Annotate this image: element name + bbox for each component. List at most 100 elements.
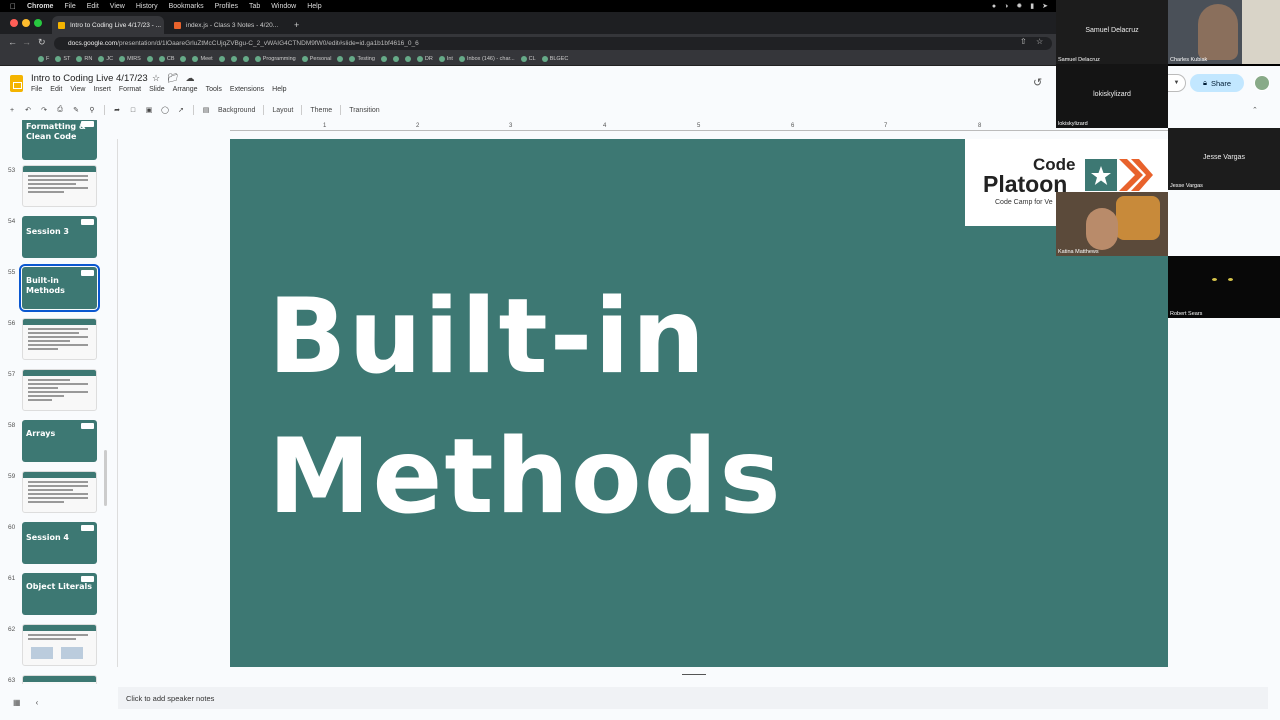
grid-view-icon[interactable]: ▦ [13,698,21,707]
bookmark-item[interactable]: CB [158,55,174,62]
bookmark-item[interactable] [337,55,344,62]
filmstrip-slide[interactable]: 58 Arrays [0,420,108,466]
menu-arrange[interactable]: Arrange [173,86,198,93]
bookmark-item[interactable]: Inbox (146) - char... [458,55,515,62]
filmstrip-slide[interactable]: 62 [0,624,108,670]
move-folder-icon[interactable]: 📁︎ [167,73,178,84]
document-title[interactable]: Intro to Coding Live 4/17/23 [31,73,148,84]
participant-tile-video[interactable]: Katina Matthews [1056,192,1168,256]
filmstrip-slide[interactable]: 59 [0,471,108,517]
bookmark-item[interactable] [180,55,187,62]
menu-tools[interactable]: Tools [206,86,222,93]
slide-thumbnail[interactable]: Arrays [22,420,97,462]
filmstrip-slide[interactable]: 63 [0,675,108,684]
menu-format[interactable]: Format [119,86,141,93]
bookmark-item[interactable] [146,55,153,62]
notes-resize-handle[interactable] [682,674,706,675]
bookmark-star-icon[interactable]: ☆ [1036,37,1043,46]
participant-tile[interactable]: Samuel Delacruz Samuel Delacruz [1056,0,1168,64]
bookmark-item[interactable]: ST [55,55,70,62]
slide-thumbnail[interactable]: Built-in Methods [19,264,100,312]
browser-tab-notes[interactable]: index.js - Class 3 Notes - 4/20... × [168,16,280,34]
slide-thumbnail[interactable] [22,624,97,666]
menu-window[interactable]: Window [271,3,296,10]
menu-app-name[interactable]: Chrome [27,3,53,10]
menu-extensions[interactable]: Extensions [230,86,264,93]
bookmark-item[interactable]: BLGEC [541,55,568,62]
collapse-toolbar-icon[interactable]: ⌃ [1252,106,1258,114]
slide-thumbnail[interactable] [22,471,97,513]
menu-edit[interactable]: Edit [50,86,62,93]
bookmark-item[interactable] [404,55,411,62]
maximize-window-icon[interactable] [34,19,42,27]
filmstrip-slide[interactable]: 54 Session 3 [0,216,108,262]
chevron-down-icon[interactable]: ▼ [1168,74,1186,92]
apple-menu-icon[interactable]:  [10,2,16,11]
undo-icon[interactable]: ↶ [24,106,32,114]
collapse-filmstrip-icon[interactable]: ‹ [36,698,39,707]
bookmark-item[interactable]: CL [520,55,536,62]
slide-thumbnail[interactable]: Session 4 [22,522,97,564]
bookmark-item[interactable]: RN [76,55,92,62]
shape-icon[interactable]: ◯ [161,106,169,114]
back-icon[interactable]: ← [8,37,17,47]
version-history-icon[interactable]: ↺ [1033,76,1042,89]
share-button[interactable]: 🔒︎ Share [1190,74,1244,92]
menu-file[interactable]: File [31,86,42,93]
paint-format-icon[interactable]: ✎ [72,106,80,114]
slide-thumbnail[interactable] [22,318,97,360]
line-icon[interactable]: ➚ [177,106,185,114]
menu-bookmarks[interactable]: Bookmarks [169,3,204,10]
menu-tab[interactable]: Tab [249,3,260,10]
bookmark-item[interactable]: F [38,55,49,62]
filmstrip-slide[interactable]: 57 [0,369,108,415]
menu-insert[interactable]: Insert [93,86,111,93]
bookmark-item[interactable]: DR [416,55,433,62]
menu-slide[interactable]: Slide [149,86,165,93]
slide-thumbnail[interactable]: Object Literals [22,573,97,615]
filmstrip-scrollbar[interactable] [104,450,107,506]
menu-edit[interactable]: Edit [87,3,99,10]
status-icon[interactable]: ◑ [1004,3,1008,10]
print-icon[interactable]: ⎙ [56,106,64,114]
menu-help[interactable]: Help [272,86,286,93]
slide-thumbnail[interactable] [22,165,97,207]
star-icon[interactable]: ☆ [152,73,160,84]
minimize-window-icon[interactable] [22,19,30,27]
theme-button[interactable]: Theme [310,107,332,114]
filmstrip-slide[interactable]: 56 [0,318,108,364]
slides-logo-icon[interactable] [10,75,23,92]
slide-thumbnail[interactable]: Session 3 [22,216,97,258]
share-page-icon[interactable]: ⇧ [1020,37,1027,46]
bookmark-item[interactable] [230,55,237,62]
bookmark-item[interactable] [380,55,387,62]
bookmark-item[interactable] [392,55,399,62]
menu-view[interactable]: View [110,3,125,10]
bookmark-item[interactable] [242,55,249,62]
slide-thumbnail[interactable] [22,369,97,411]
menu-view[interactable]: View [70,86,85,93]
address-bar[interactable]: docs.google.com/presentation/d/1lOaareGr… [54,37,1052,50]
layout-button[interactable]: Layout [272,107,293,114]
slide-title[interactable]: Built-in Methods [268,267,783,547]
reload-icon[interactable]: ↻ [38,37,46,48]
location-icon[interactable]: ➤ [1042,2,1048,10]
zoom-icon[interactable]: ⚲ [88,106,96,114]
bookmark-item[interactable]: Personal [301,55,331,62]
slide-thumbnail[interactable] [22,675,97,684]
bookmark-item[interactable]: MIRS [119,55,141,62]
menu-help[interactable]: Help [307,3,321,10]
bookmark-item[interactable]: Programming [254,55,296,62]
battery-icon[interactable]: ▮ [1030,2,1034,10]
participant-tile[interactable]: Jesse Vargas Jesse Vargas [1168,128,1280,190]
browser-tab-slides[interactable]: Intro to Coding Live 4/17/23 - ... × [52,16,164,34]
status-icon[interactable]: ✹ [1016,2,1022,10]
new-slide-icon[interactable]: + [8,107,16,114]
image-icon[interactable]: ▣ [145,106,153,114]
bookmark-item[interactable]: JC [98,55,113,62]
close-window-icon[interactable] [10,19,18,27]
transition-button[interactable]: Transition [349,107,379,114]
redo-icon[interactable]: ↷ [40,106,48,114]
participant-tile-video[interactable]: Charles Kubiak [1168,0,1280,64]
filmstrip-slide[interactable]: 53 [0,165,108,211]
